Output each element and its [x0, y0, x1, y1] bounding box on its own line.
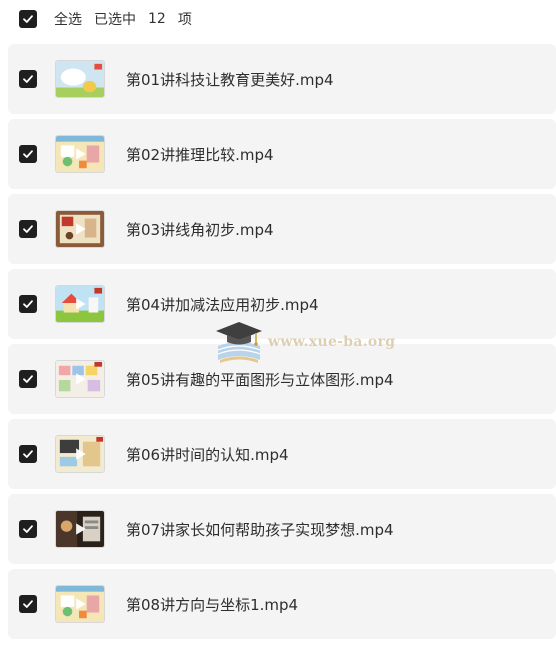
play-icon	[56, 511, 104, 547]
file-name[interactable]: 第04讲加减法应用初步.mp4	[126, 294, 319, 315]
file-checkbox[interactable]	[19, 295, 37, 313]
file-row[interactable]: 第01讲科技让教育更美好.mp4	[8, 44, 556, 114]
video-thumbnail[interactable]	[55, 135, 105, 173]
file-row[interactable]: 第05讲有趣的平面图形与立体图形.mp4	[8, 344, 556, 414]
video-thumbnail[interactable]	[55, 60, 105, 98]
file-checkbox[interactable]	[19, 520, 37, 538]
file-checkbox[interactable]	[19, 220, 37, 238]
file-selection-page: 全选 已选中 12 项 第01讲科技让教育更美好.mp4 第02讲推理比较.mp4…	[0, 0, 556, 645]
video-thumbnail[interactable]	[55, 510, 105, 548]
play-icon	[56, 436, 104, 472]
file-checkbox[interactable]	[19, 70, 37, 88]
file-row[interactable]: 第07讲家长如何帮助孩子实现梦想.mp4	[8, 494, 556, 564]
check-icon	[23, 375, 33, 383]
selected-suffix: 项	[177, 12, 192, 28]
video-thumbnail[interactable]	[55, 210, 105, 248]
check-icon	[23, 225, 33, 233]
play-icon	[56, 286, 104, 322]
play-icon	[56, 211, 104, 247]
check-icon	[23, 75, 33, 83]
play-icon	[56, 586, 104, 622]
file-name[interactable]: 第01讲科技让教育更美好.mp4	[126, 69, 334, 90]
selection-summary: 全选 已选中 12 项	[54, 9, 192, 29]
play-icon	[56, 361, 104, 397]
video-thumbnail[interactable]	[55, 435, 105, 473]
file-row[interactable]: 第04讲加减法应用初步.mp4	[8, 269, 556, 339]
file-row[interactable]: 第03讲线角初步.mp4	[8, 194, 556, 264]
file-checkbox[interactable]	[19, 370, 37, 388]
file-name[interactable]: 第03讲线角初步.mp4	[126, 219, 274, 240]
selected-count: 12	[148, 11, 166, 27]
file-name[interactable]: 第05讲有趣的平面图形与立体图形.mp4	[126, 369, 394, 390]
file-name[interactable]: 第06讲时间的认知.mp4	[126, 444, 289, 465]
file-row[interactable]: 第06讲时间的认知.mp4	[8, 419, 556, 489]
check-icon	[23, 450, 33, 458]
check-icon	[23, 150, 33, 158]
file-name[interactable]: 第02讲推理比较.mp4	[126, 144, 274, 165]
file-name[interactable]: 第07讲家长如何帮助孩子实现梦想.mp4	[126, 519, 394, 540]
file-row[interactable]: 第08讲方向与坐标1.mp4	[8, 569, 556, 639]
check-icon	[23, 300, 33, 308]
selected-prefix: 已选中	[94, 12, 136, 28]
check-icon	[23, 15, 33, 23]
check-icon	[23, 600, 33, 608]
select-all-bar: 全选 已选中 12 项	[0, 0, 556, 38]
file-list: 第01讲科技让教育更美好.mp4 第02讲推理比较.mp4 第03讲线角初步.mp4…	[8, 44, 556, 644]
file-checkbox[interactable]	[19, 145, 37, 163]
file-checkbox[interactable]	[19, 445, 37, 463]
play-icon	[56, 61, 104, 97]
video-thumbnail[interactable]	[55, 585, 105, 623]
select-all-label[interactable]: 全选	[54, 9, 82, 29]
video-thumbnail[interactable]	[55, 285, 105, 323]
file-checkbox[interactable]	[19, 595, 37, 613]
video-thumbnail[interactable]	[55, 360, 105, 398]
file-name[interactable]: 第08讲方向与坐标1.mp4	[126, 594, 298, 615]
play-icon	[56, 136, 104, 172]
file-row[interactable]: 第02讲推理比较.mp4	[8, 119, 556, 189]
select-all-checkbox[interactable]	[19, 10, 37, 28]
check-icon	[23, 525, 33, 533]
